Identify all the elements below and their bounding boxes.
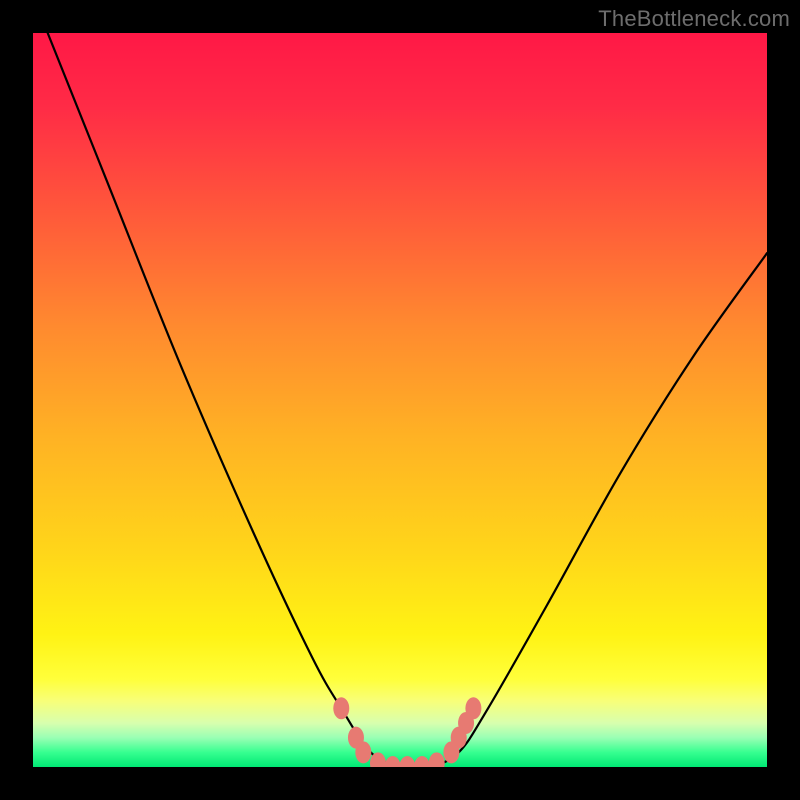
chart-frame: TheBottleneck.com [0, 0, 800, 800]
curve-layer [33, 33, 767, 767]
watermark-text: TheBottleneck.com [598, 6, 790, 32]
plot-area [33, 33, 767, 767]
marker-dot [333, 697, 349, 719]
marker-dot [385, 756, 401, 767]
marker-dot [414, 756, 430, 767]
bottleneck-curve [48, 33, 767, 767]
marker-dot [399, 756, 415, 767]
marker-dot [355, 741, 371, 763]
marker-dot [465, 697, 481, 719]
highlight-dots [333, 697, 481, 767]
marker-dot [429, 752, 445, 767]
